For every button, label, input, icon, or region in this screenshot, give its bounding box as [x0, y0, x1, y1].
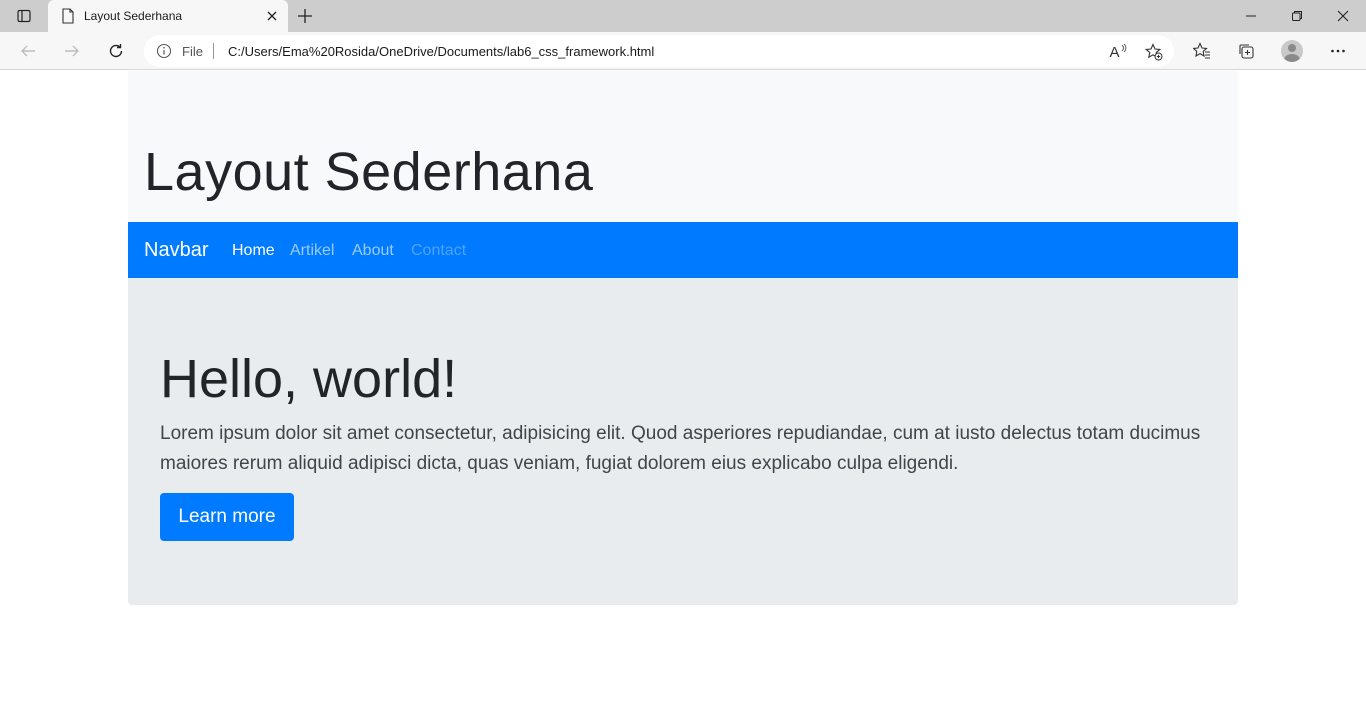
page-container: Layout Sederhana Navbar Home Artikel Abo… — [128, 71, 1238, 605]
favorites-icon[interactable] — [1186, 35, 1218, 67]
page-icon — [60, 8, 76, 24]
tab-actions-icon[interactable] — [8, 0, 40, 32]
read-aloud-label: A — [1109, 43, 1120, 61]
plus-icon[interactable] — [292, 4, 318, 28]
read-aloud-icon[interactable]: A — [1109, 43, 1127, 61]
nav-link-contact: Contact — [411, 242, 467, 259]
close-icon[interactable] — [264, 8, 280, 24]
add-favorite-icon[interactable] — [1145, 43, 1163, 61]
minimize-icon[interactable] — [1228, 0, 1274, 32]
nav-link-artikel[interactable]: Artikel — [290, 242, 334, 260]
jumbotron-lead: Lorem ipsum dolor sit amet consectetur, … — [160, 423, 1201, 474]
browser-toolbar: File C:/Users/Ema%20Rosida/OneDrive/Docu… — [0, 32, 1366, 70]
avatar-icon — [1281, 40, 1303, 62]
info-icon[interactable] — [156, 43, 172, 59]
profile-avatar[interactable] — [1276, 35, 1308, 67]
jumbotron-heading: Hello, world! — [160, 349, 458, 409]
page-header: Layout Sederhana — [128, 71, 1238, 222]
more-icon[interactable] — [1322, 35, 1354, 67]
nav-link-about[interactable]: About — [352, 242, 394, 260]
jumbotron: Hello, world! Lorem ipsum dolor sit amet… — [128, 278, 1238, 605]
address-bar[interactable]: File C:/Users/Ema%20Rosida/OneDrive/Docu… — [144, 35, 1174, 67]
window-close-icon[interactable] — [1320, 0, 1366, 32]
tab-title: Layout Sederhana — [84, 9, 183, 23]
page-title: Layout Sederhana — [144, 142, 594, 202]
collections-icon[interactable] — [1230, 35, 1262, 67]
address-divider — [213, 43, 214, 59]
navbar: Navbar Home Artikel About Contact — [128, 222, 1238, 278]
address-scheme: File — [182, 44, 203, 59]
browser-tab[interactable]: Layout Sederhana — [48, 0, 288, 32]
nav-link-home[interactable]: Home — [232, 242, 275, 260]
restore-icon[interactable] — [1274, 0, 1320, 32]
address-url[interactable]: C:/Users/Ema%20Rosida/OneDrive/Documents… — [228, 44, 654, 59]
navbar-brand[interactable]: Navbar — [144, 239, 208, 262]
reload-icon[interactable] — [100, 35, 132, 67]
tab-strip: Layout Sederhana — [0, 0, 1366, 32]
web-page: Layout Sederhana Navbar Home Artikel Abo… — [0, 71, 1366, 728]
back-icon[interactable] — [12, 35, 44, 67]
learn-more-button[interactable]: Learn more — [160, 493, 294, 541]
forward-icon[interactable] — [56, 35, 88, 67]
